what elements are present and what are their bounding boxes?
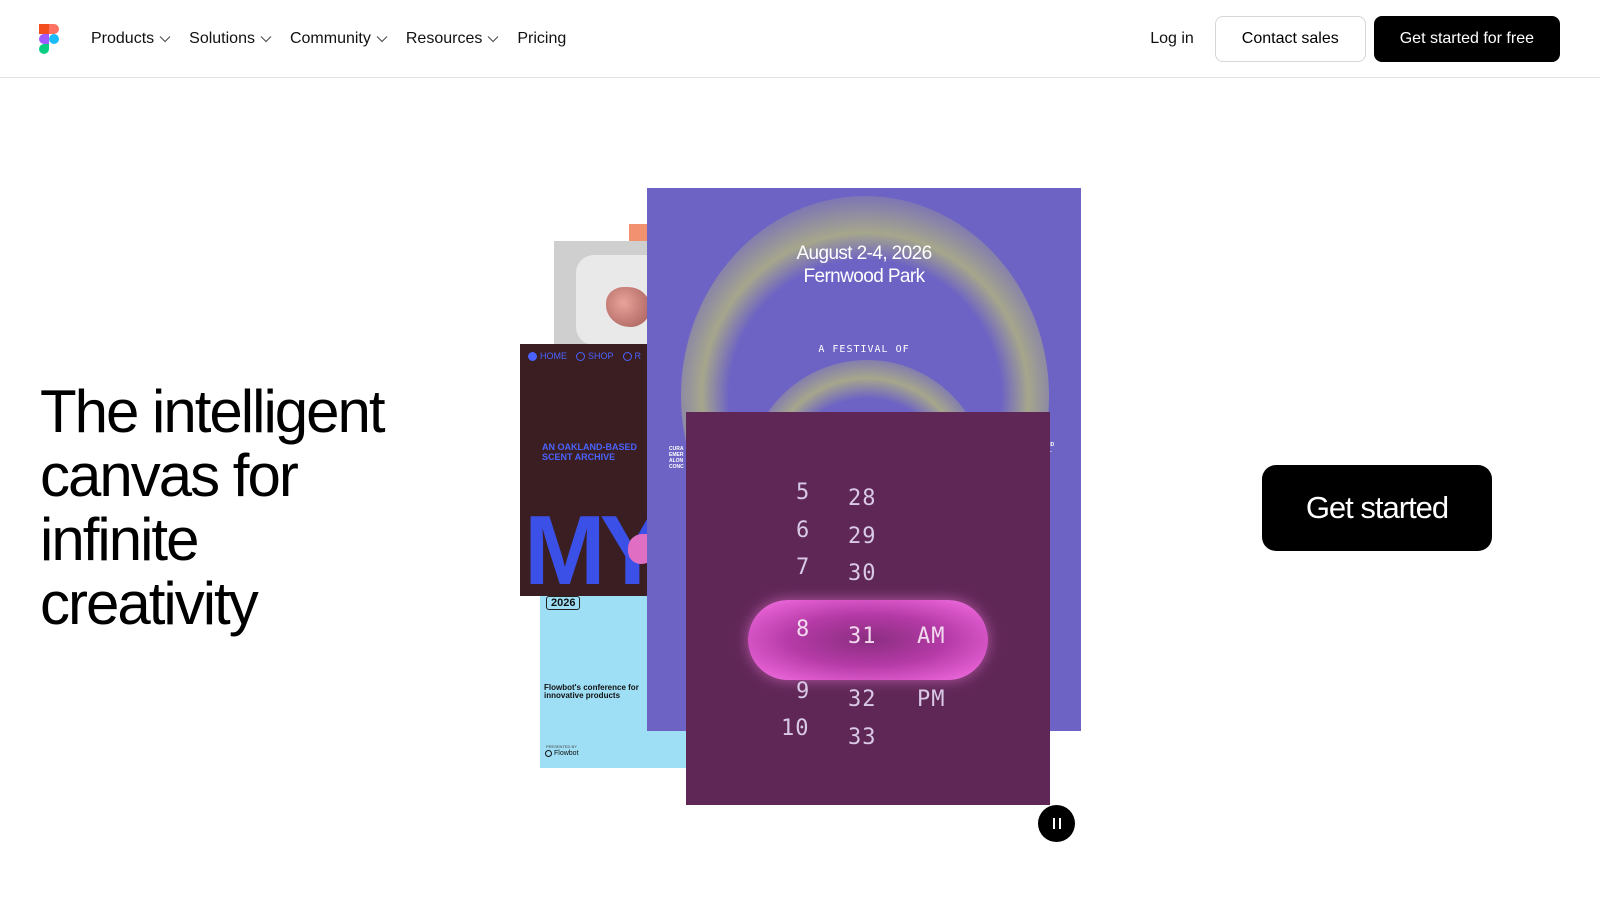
festival-date: August 2-4, 2026 Fernwood Park [647,242,1081,288]
hour-value: 6 [796,518,811,543]
archive-nav-label: HOME [540,351,567,361]
year-badge: 2026 [546,596,581,610]
archive-nav-item: R [622,351,642,361]
minute-value: 29 [848,524,877,549]
hero-title-line: The intelligent [40,378,386,445]
scent-archive-card: HOME SHOP R AN OAKLAND-BASED SCENT ARCHI… [520,344,652,596]
presented-by: PRESENTED BY [546,744,577,749]
nav-pricing[interactable]: Pricing [517,30,566,48]
flowbot-icon [545,750,552,757]
hour-value: 7 [796,555,811,580]
minute-value: 28 [848,486,877,511]
nav-products-label: Products [91,30,155,47]
time-picker-card: 5 6 7 8 9 10 28 29 30 31 32 33 AM PM [686,412,1050,805]
hero-title: The intelligent canvas for infinite crea… [40,380,460,636]
figma-logo-icon[interactable] [39,24,59,54]
archive-nav: HOME SHOP R [528,351,650,361]
hour-value: 9 [796,679,811,704]
nav-products[interactable]: Products [91,30,171,48]
nav-pricing-label: Pricing [517,30,567,47]
chevron-down-icon [487,36,499,43]
festival-date-text: August 2-4, 2026 [796,243,932,264]
stone-product-card [554,241,652,345]
nav-community-label: Community [289,30,371,47]
festival-place: Fernwood Park [803,266,925,287]
radio-empty-icon [622,351,632,361]
stone-image [606,287,650,327]
minute-value: 33 [848,725,877,750]
hero-title-line: canvas for [40,442,299,509]
contact-sales-button[interactable]: Contact sales [1214,16,1366,62]
login-link[interactable]: Log in [1150,30,1194,48]
hero-title-line: infinite [40,506,199,573]
nav-resources[interactable]: Resources [406,30,499,48]
archive-line: AN OAKLAND-BASED [542,442,637,452]
archive-nav-label: R [634,351,642,361]
period-value: PM [917,687,946,712]
get-started-button[interactable]: Get started [1262,465,1492,551]
minute-value: 30 [848,561,877,586]
hero-title-line: creativity [40,570,259,637]
archive-nav-label: SHOP [588,351,614,361]
archive-nav-item: HOME [528,351,567,361]
hour-value-selected[interactable]: 8 [796,617,810,642]
main-menu: Products Solutions Community Resources P… [91,0,584,78]
nav-resources-label: Resources [405,30,483,47]
nav-solutions-label: Solutions [189,30,255,47]
radio-filled-icon [528,351,537,361]
get-started-free-button[interactable]: Get started for free [1373,16,1560,62]
chevron-down-icon [159,36,171,43]
archive-tagline: AN OAKLAND-BASED SCENT ARCHIVE [542,442,652,462]
flowbot-logo: Flowbot [545,750,579,757]
pause-button[interactable] [1038,805,1075,842]
minute-value-selected[interactable]: 31 [848,624,877,649]
festival-side-text: CURA EMER ALON CONC [669,446,684,470]
pause-icon [1052,818,1055,829]
chevron-down-icon [260,36,272,43]
minute-value: 32 [848,687,877,712]
archive-line: SCENT ARCHIVE [542,452,616,462]
archive-nav-item: SHOP [576,351,614,361]
hour-value: 10 [781,716,810,741]
radio-empty-icon [576,351,585,361]
nav-actions: Log in Contact sales Get started for fre… [1150,16,1560,62]
top-navigation: Products Solutions Community Resources P… [0,0,1600,78]
period-value-selected[interactable]: AM [917,624,946,649]
festival-subtitle: A FESTIVAL OF [818,344,910,355]
hour-value: 5 [796,480,811,505]
nav-community[interactable]: Community [290,30,388,48]
side-line: CONC [669,464,684,470]
nav-solutions[interactable]: Solutions [189,30,272,48]
flowbot-label: Flowbot [554,750,579,757]
pause-icon [1058,818,1061,829]
chevron-down-icon [376,36,388,43]
